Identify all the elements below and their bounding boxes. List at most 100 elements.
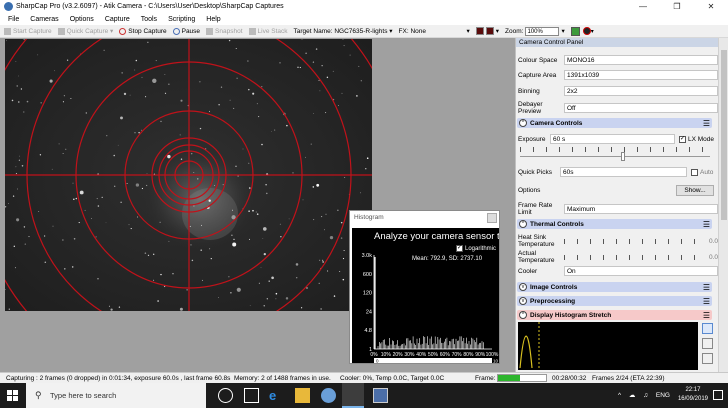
capture-area-row: Capture Area 1391x1039 bbox=[518, 70, 718, 80]
scrollbar-thumb[interactable] bbox=[721, 50, 727, 220]
camera-icon bbox=[206, 27, 214, 35]
stretch-histogram[interactable] bbox=[518, 322, 698, 370]
histogram-y-tick: 600 bbox=[363, 272, 372, 278]
edge-browser-icon[interactable]: e bbox=[269, 388, 284, 403]
histogram-x-tick: 20% bbox=[393, 352, 404, 358]
histogram-toggle-button[interactable] bbox=[570, 26, 580, 36]
cooler-select[interactable]: On bbox=[564, 266, 718, 276]
start-capture-button[interactable]: Start Capture bbox=[4, 27, 52, 35]
menu-file[interactable]: File bbox=[8, 16, 19, 23]
display-stretch-header[interactable]: ^ Display Histogram Stretch ☰ bbox=[517, 310, 712, 320]
menu-icon: ☰ bbox=[702, 310, 710, 320]
target-name-select[interactable]: NGC7635-R-lights bbox=[334, 28, 387, 35]
histogram-x-tick: 70% bbox=[452, 352, 463, 358]
menu-cameras[interactable]: Cameras bbox=[30, 16, 58, 23]
status-bar: Capturing : 2 frames (0 dropped) in 0:01… bbox=[0, 372, 728, 383]
collapse-icon: ^ bbox=[519, 220, 527, 228]
capture-area-select[interactable]: 1391x1039 bbox=[564, 70, 718, 80]
heat-sink-value: 0.0 bbox=[708, 237, 718, 245]
histogram-y-tick: 120 bbox=[363, 291, 372, 297]
menu-help[interactable]: Help bbox=[206, 16, 220, 23]
histogram-x-tick: 50% bbox=[428, 352, 439, 358]
heat-sink-row: Heat Sink Temperature 0.0 bbox=[518, 234, 718, 248]
pause-button[interactable]: Pause bbox=[172, 27, 200, 35]
exposure-slider[interactable] bbox=[520, 156, 710, 157]
menu-scripting[interactable]: Scripting bbox=[168, 16, 195, 23]
camera-preview-image[interactable] bbox=[5, 39, 372, 311]
auto-checkbox[interactable]: Auto bbox=[691, 168, 713, 176]
close-button[interactable]: ✕ bbox=[694, 0, 728, 13]
colour-space-select[interactable]: MONO16 bbox=[564, 55, 718, 65]
histogram-x-tick: 100% bbox=[486, 352, 499, 358]
exposure-ticks bbox=[520, 147, 710, 152]
menu-options[interactable]: Options bbox=[70, 16, 94, 23]
zoom-input[interactable]: 100% bbox=[525, 26, 560, 36]
memory-status: Memory: 2 of 1488 frames in use. bbox=[234, 375, 331, 382]
debayer-select[interactable]: Off bbox=[564, 103, 718, 113]
stretch-curve bbox=[519, 322, 540, 370]
histogram-scale-bar bbox=[374, 358, 492, 363]
heat-sink-slider[interactable] bbox=[564, 238, 704, 244]
expand-icon: v bbox=[519, 283, 527, 291]
actual-temp-slider[interactable] bbox=[564, 254, 704, 260]
notification-icon[interactable] bbox=[713, 390, 723, 400]
stack-icon bbox=[248, 27, 256, 35]
minimize-button[interactable]: — bbox=[626, 0, 660, 13]
language-indicator[interactable]: ENG bbox=[656, 392, 670, 399]
cortana-icon[interactable] bbox=[218, 388, 233, 403]
sharpcap-taskbar-icon[interactable] bbox=[342, 383, 364, 408]
windows-start-icon[interactable] bbox=[7, 390, 18, 401]
fx-select[interactable]: None bbox=[410, 28, 466, 35]
stop-capture-button[interactable]: Stop Capture bbox=[119, 27, 167, 35]
frame-rate-select[interactable]: Maximum bbox=[564, 204, 718, 214]
reticle-icon[interactable] bbox=[582, 27, 591, 35]
pause-icon bbox=[172, 27, 180, 35]
volume-icon[interactable]: ♫ bbox=[643, 392, 648, 399]
color-swatch-2[interactable] bbox=[485, 27, 494, 35]
checkbox-icon bbox=[691, 168, 698, 176]
preprocessing-header[interactable]: v Preprocessing ☰ bbox=[517, 296, 712, 306]
color-swatch-1[interactable] bbox=[475, 27, 484, 35]
quick-picks-select[interactable]: 60s bbox=[560, 167, 687, 177]
thermal-controls-header[interactable]: ^ Thermal Controls ☰ bbox=[517, 219, 712, 229]
app-icon-2[interactable] bbox=[373, 388, 388, 403]
quick-capture-button[interactable]: Quick Capture ▾ bbox=[57, 27, 113, 35]
file-explorer-icon[interactable] bbox=[295, 388, 310, 403]
actual-temp-value: 0.0 bbox=[708, 253, 718, 261]
star-field bbox=[5, 39, 372, 311]
binning-select[interactable]: 2x2 bbox=[564, 86, 718, 96]
lx-mode-checkbox[interactable]: ✓ LX Mode bbox=[679, 135, 714, 143]
menu-icon: ☰ bbox=[702, 118, 710, 128]
histogram-close-button[interactable] bbox=[487, 213, 497, 223]
reset-icon[interactable] bbox=[702, 338, 713, 349]
quick-picks-row: Quick Picks 60s Auto bbox=[518, 167, 714, 177]
tray-chevron-icon[interactable]: ^ bbox=[618, 392, 621, 399]
show-options-button[interactable]: Show... bbox=[676, 185, 714, 196]
save-icon[interactable] bbox=[702, 353, 713, 364]
collapse-icon: ^ bbox=[519, 311, 527, 319]
exposure-slider-thumb[interactable] bbox=[621, 152, 625, 161]
search-icon: ⚲ bbox=[35, 390, 42, 400]
app-icon bbox=[4, 2, 13, 11]
task-view-icon[interactable] bbox=[244, 388, 259, 403]
exposure-input[interactable]: 60 s bbox=[550, 134, 675, 144]
histogram-x-tick: 80% bbox=[463, 352, 474, 358]
app-icon-1[interactable] bbox=[321, 388, 336, 403]
menu-capture[interactable]: Capture bbox=[105, 16, 130, 23]
panel-scrollbar[interactable] bbox=[718, 38, 728, 372]
menu-icon: ☰ bbox=[702, 282, 710, 292]
menu-tools[interactable]: Tools bbox=[141, 16, 157, 23]
title-bar: SharpCap Pro (v3.2.6097) - Atik Camera -… bbox=[0, 0, 728, 13]
histogram-x-tick: 30% bbox=[404, 352, 415, 358]
taskbar-clock[interactable]: 22:17 16/09/2019 bbox=[678, 386, 708, 404]
auto-stretch-button[interactable] bbox=[702, 323, 713, 334]
histogram-x-tick: 60% bbox=[440, 352, 451, 358]
taskbar-search[interactable]: ⚲ Type here to search bbox=[26, 383, 206, 408]
image-controls-header[interactable]: v Image Controls ☰ bbox=[517, 282, 712, 292]
maximize-button[interactable]: ❐ bbox=[660, 0, 694, 13]
binning-row: Binning 2x2 bbox=[518, 86, 718, 96]
snapshot-button[interactable]: Snapshot bbox=[206, 27, 243, 35]
network-icon[interactable]: ☁ bbox=[629, 392, 636, 399]
live-stack-button[interactable]: Live Stack bbox=[248, 27, 288, 35]
camera-controls-header[interactable]: ^ Camera Controls ☰ bbox=[517, 118, 712, 128]
